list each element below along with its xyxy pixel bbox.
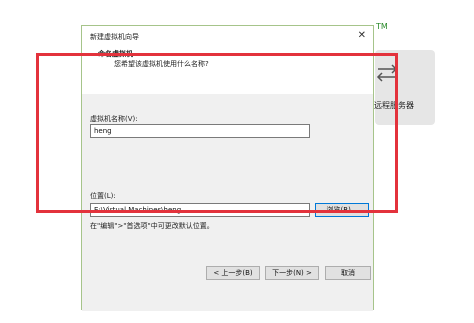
location-label: 位置(L):	[90, 192, 116, 200]
next-button[interactable]: 下一步(N) >	[265, 266, 319, 280]
location-input[interactable]: E:\Virtual Machines\heng	[90, 203, 310, 217]
wizard-footer: < 上一步(B) 下一步(N) > 取消	[82, 264, 373, 311]
header-title: 命名虚拟机	[98, 50, 133, 58]
remote-server-label: 远程服务器	[374, 101, 414, 110]
cancel-button[interactable]: 取消	[325, 266, 371, 280]
close-icon[interactable]: ✕	[358, 30, 366, 41]
remote-connect-icon	[376, 64, 398, 82]
wizard-body: 虚拟机名称(V): heng 位置(L): E:\Virtual Machine…	[82, 94, 373, 264]
vm-name-input[interactable]: heng	[90, 124, 310, 138]
wizard-header: 命名虚拟机 您希望该虚拟机使用什么名称?	[82, 48, 373, 95]
location-hint: 在"编辑">"首选项"中可更改默认位置。	[90, 222, 214, 230]
background-left	[0, 0, 80, 323]
browse-button[interactable]: 浏览(R)...	[315, 203, 369, 217]
background-right	[374, 0, 474, 323]
new-vm-wizard-dialog: 新建虚拟机向导 ✕ 命名虚拟机 您希望该虚拟机使用什么名称? 虚拟机名称(V):…	[81, 25, 374, 311]
back-button[interactable]: < 上一步(B)	[206, 266, 260, 280]
header-subtitle: 您希望该虚拟机使用什么名称?	[114, 60, 209, 68]
dialog-title: 新建虚拟机向导	[90, 33, 139, 41]
vm-name-label: 虚拟机名称(V):	[90, 115, 138, 123]
title-bar: 新建虚拟机向导 ✕	[82, 26, 373, 48]
trademark-label: TM	[376, 22, 388, 31]
